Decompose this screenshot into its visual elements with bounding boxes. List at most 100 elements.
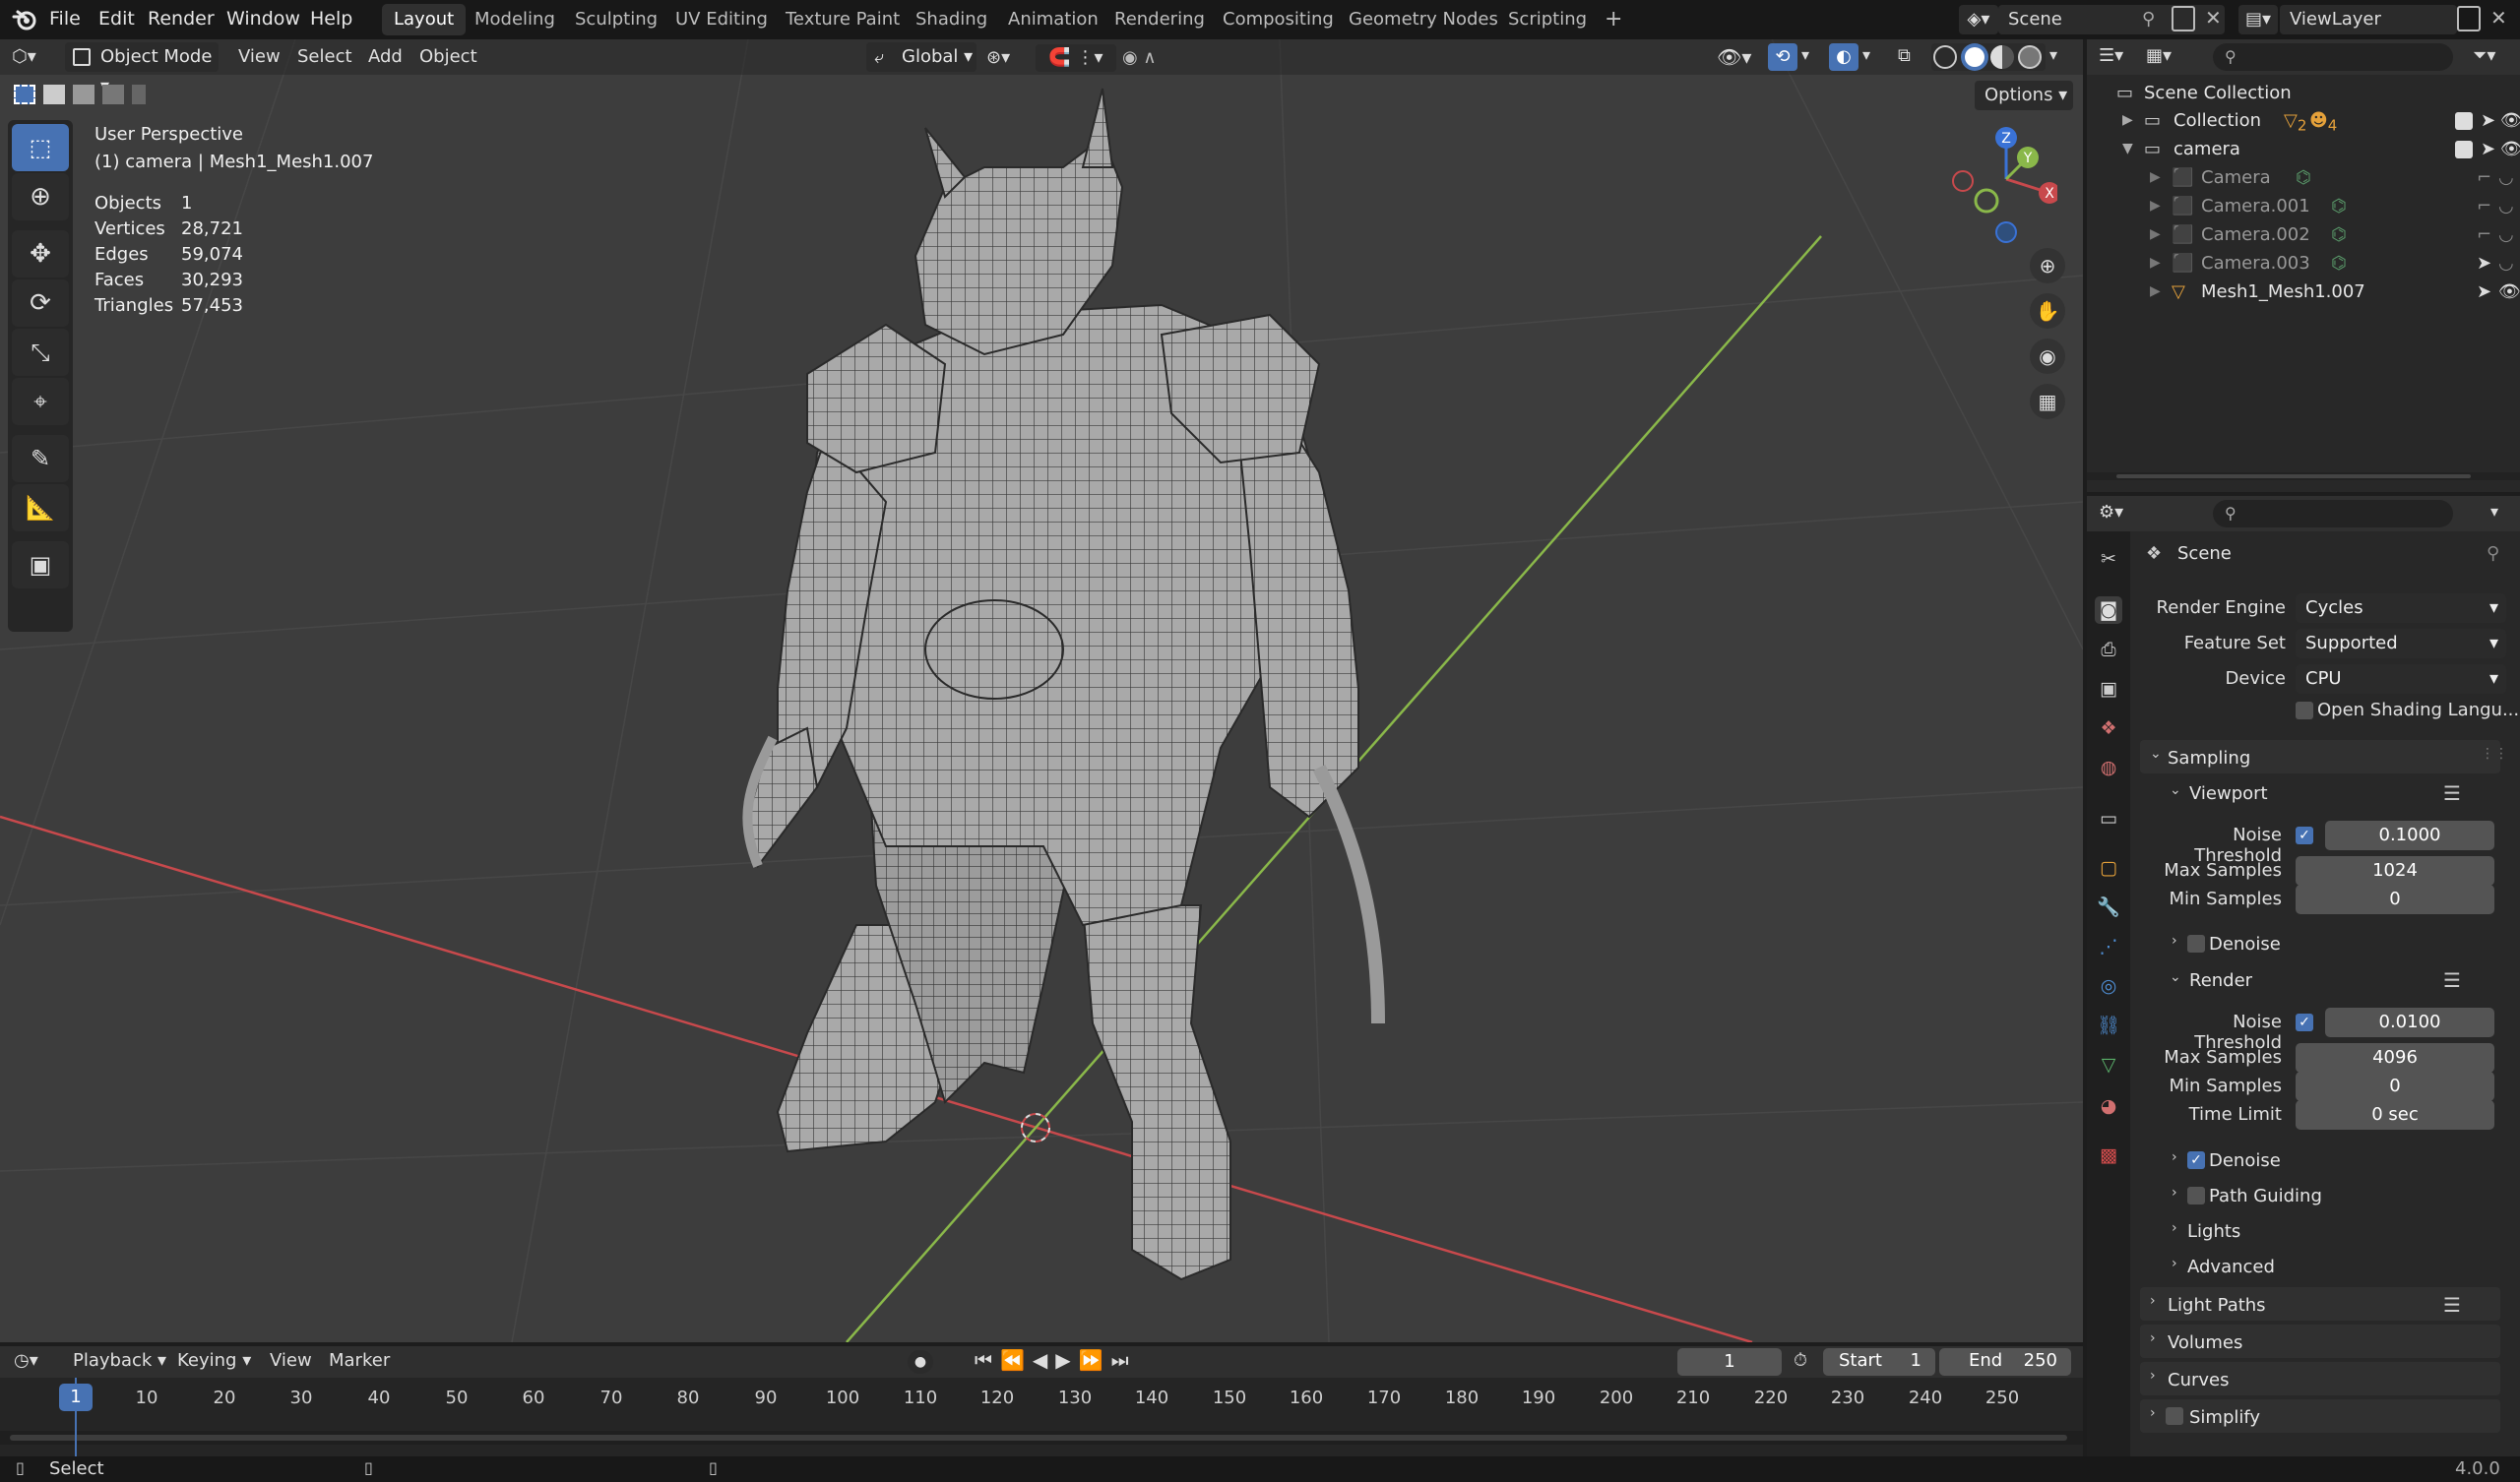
modifier-tab-icon[interactable]: 🔧 xyxy=(2095,894,2122,921)
min-samples-field[interactable]: 0 xyxy=(2296,1072,2494,1101)
path-guiding-checkbox[interactable] xyxy=(2187,1187,2205,1204)
presets-list-icon[interactable]: ☰ xyxy=(2443,1293,2461,1317)
eye-closed-icon[interactable]: ◡ xyxy=(2498,220,2514,249)
select-arrow-icon[interactable]: ⌐ xyxy=(2477,192,2491,220)
play-icon[interactable]: ▶ xyxy=(1055,1348,1078,1372)
editor-type-icon[interactable]: ⬡▾ xyxy=(12,43,57,71)
prev-keyframe-icon[interactable]: ⏪ xyxy=(1000,1348,1033,1372)
texture-tab-icon[interactable]: ▩ xyxy=(2095,1142,2122,1169)
3d-viewport[interactable]: Z X Y ⊕ ✋ ◉ ▦ User Perspective (1) camer… xyxy=(0,39,2083,1342)
select-arrow-icon[interactable]: ⌐ xyxy=(2477,163,2491,192)
xray-icon[interactable]: ⧉ xyxy=(1898,45,1911,66)
outliner-search-input[interactable]: ⚲ xyxy=(2213,43,2453,71)
pin-context-icon[interactable]: ⚲ xyxy=(2487,543,2499,564)
max-samples-field[interactable]: 1024 xyxy=(2296,856,2494,886)
tab-scripting[interactable]: Scripting xyxy=(1496,4,1599,35)
expand-arrow-icon[interactable]: › xyxy=(2172,1149,2177,1165)
expand-arrow-icon[interactable]: ▶ xyxy=(2150,192,2161,220)
eye-closed-icon[interactable]: ◡ xyxy=(2498,192,2514,220)
tool-tab-icon[interactable]: ✂ xyxy=(2095,545,2122,573)
wireframe-shading-icon[interactable] xyxy=(1933,45,1957,69)
transform-tool-icon[interactable]: ⌖ xyxy=(12,378,69,425)
select-invert-icon[interactable] xyxy=(102,85,124,104)
noise-threshold-field[interactable]: 0.1000 xyxy=(2325,821,2494,850)
collapse-arrow-icon[interactable]: ⌄ xyxy=(2150,746,2162,762)
cursor-tool-icon[interactable]: ⊕ xyxy=(12,173,69,220)
pan-hand-icon[interactable]: ✋ xyxy=(2030,293,2065,329)
expand-arrow-icon[interactable]: › xyxy=(2172,1185,2177,1201)
expand-arrow-icon[interactable]: › xyxy=(2150,1405,2156,1421)
move-tool-icon[interactable]: ✥ xyxy=(12,230,69,278)
record-icon[interactable]: ● xyxy=(908,1350,933,1374)
collapse-arrow-icon[interactable]: ▼ xyxy=(2122,135,2133,163)
select-arrow-icon[interactable]: ➤ xyxy=(2477,249,2491,278)
noise-threshold-checkbox[interactable]: ✓ xyxy=(2296,1014,2313,1031)
render-tab-icon[interactable]: ◙ xyxy=(2095,596,2122,624)
gizmo-toggle-icon[interactable]: ⟲ xyxy=(1768,43,1797,71)
feature-set-dropdown[interactable]: Supported ▾ xyxy=(2296,629,2506,658)
snap-icon[interactable]: 🧲 ⋮▾ xyxy=(1036,44,1116,72)
menu-help[interactable]: Help xyxy=(310,0,352,39)
outliner-row-camera-collection[interactable]: ▼ ▭ camera ➤ 👁 xyxy=(2087,135,2520,163)
outliner-editor-icon[interactable]: ☰▾ xyxy=(2099,45,2123,66)
tab-texture-paint[interactable]: Texture Paint xyxy=(774,4,912,35)
current-frame-field[interactable]: 1 xyxy=(1677,1348,1782,1376)
stopwatch-icon[interactable]: ⏱ xyxy=(1794,1350,1807,1371)
select-new-icon[interactable] xyxy=(14,85,35,104)
collapse-arrow-icon[interactable]: ⌄ xyxy=(2170,969,2181,985)
tab-rendering[interactable]: Rendering xyxy=(1102,4,1217,35)
ortho-grid-icon[interactable]: ▦ xyxy=(2030,384,2065,419)
gizmo-dropdown-icon[interactable]: ▾ xyxy=(1801,45,1809,64)
next-keyframe-icon[interactable]: ⏩ xyxy=(1079,1348,1111,1372)
filter-icon[interactable]: ⏷▾ xyxy=(2473,45,2495,66)
expand-arrow-icon[interactable]: ▶ xyxy=(2150,278,2161,306)
exclude-checkbox[interactable] xyxy=(2455,112,2473,130)
view-layer-tab-icon[interactable]: ▣ xyxy=(2095,675,2122,703)
timeline-view-menu[interactable]: View xyxy=(270,1350,312,1371)
rendered-shading-icon[interactable] xyxy=(2018,45,2042,69)
outliner-row-scene-collection[interactable]: ▭ Scene Collection xyxy=(2087,79,2520,107)
denoise-viewport-checkbox[interactable] xyxy=(2187,935,2205,953)
view-layer-field[interactable]: ViewLayer xyxy=(2280,5,2457,34)
eye-icon[interactable]: 👁 xyxy=(2500,135,2520,163)
exclude-checkbox[interactable] xyxy=(2455,141,2473,158)
outliner-row-camera-002[interactable]: ▶ ⬛ Camera.002 ⌬ ⌐ ◡ xyxy=(2087,220,2520,249)
outliner-row-camera-003[interactable]: ▶ ⬛ Camera.003 ⌬ ➤ ◡ xyxy=(2087,249,2520,278)
scale-tool-icon[interactable]: ⤡ xyxy=(12,329,69,376)
pin-icon[interactable]: ⚲ xyxy=(2142,9,2155,30)
menu-select[interactable]: Select xyxy=(297,39,352,75)
timeline-scrollbar[interactable] xyxy=(0,1431,2083,1445)
drag-handle-icon[interactable]: ⋮⋮ xyxy=(2481,746,2508,762)
render-engine-dropdown[interactable]: Cycles ▾ xyxy=(2296,593,2506,623)
data-tab-icon[interactable]: ▽ xyxy=(2095,1051,2122,1079)
select-box-tool-icon[interactable]: ⬚ xyxy=(12,124,69,171)
menu-add[interactable]: Add xyxy=(368,39,403,75)
camera-view-icon[interactable]: ◉ xyxy=(2030,339,2065,374)
collection-tab-icon[interactable]: ▭ xyxy=(2095,805,2122,833)
select-arrow-icon[interactable]: ⌐ xyxy=(2477,220,2491,249)
object-tab-icon[interactable]: ▢ xyxy=(2095,854,2122,882)
keying-menu[interactable]: Keying ▾ xyxy=(177,1350,251,1371)
denoise-render-checkbox[interactable]: ✓ xyxy=(2187,1151,2205,1169)
annotate-tool-icon[interactable]: ✎ xyxy=(12,435,69,482)
eye-closed-icon[interactable]: ◡ xyxy=(2498,249,2514,278)
tab-shading[interactable]: Shading xyxy=(904,4,999,35)
physics-tab-icon[interactable]: ◎ xyxy=(2095,972,2122,1000)
expand-arrow-icon[interactable]: ▶ xyxy=(2150,249,2161,278)
expand-arrow-icon[interactable]: › xyxy=(2150,1293,2156,1309)
visibility-icon[interactable]: 👁▾ xyxy=(1717,45,1751,69)
eye-closed-icon[interactable]: ◡ xyxy=(2498,163,2514,192)
menu-edit[interactable]: Edit xyxy=(98,0,135,39)
start-frame-field[interactable]: Start 1 xyxy=(1823,1348,1935,1376)
scene-selector-icon[interactable]: ◈▾ xyxy=(1959,5,1998,34)
zoom-icon[interactable]: ⊕ xyxy=(2030,248,2065,283)
proportional-edit-icon[interactable]: ◉ ∧ xyxy=(1122,44,1187,72)
properties-search-input[interactable]: ⚲ xyxy=(2213,500,2453,527)
options-dropdown[interactable]: Options ▾ xyxy=(1975,81,2073,110)
tab-modeling[interactable]: Modeling xyxy=(463,4,567,35)
expand-arrow-icon[interactable]: ▶ xyxy=(2122,106,2133,135)
collapse-arrow-icon[interactable]: ⌄ xyxy=(2170,782,2181,798)
expand-arrow-icon[interactable]: › xyxy=(2172,1220,2177,1236)
jump-start-icon[interactable]: ⏮ xyxy=(975,1348,1000,1372)
outliner-row-camera[interactable]: ▶ ⬛ Camera ⌬ ⌐ ◡ xyxy=(2087,163,2520,192)
